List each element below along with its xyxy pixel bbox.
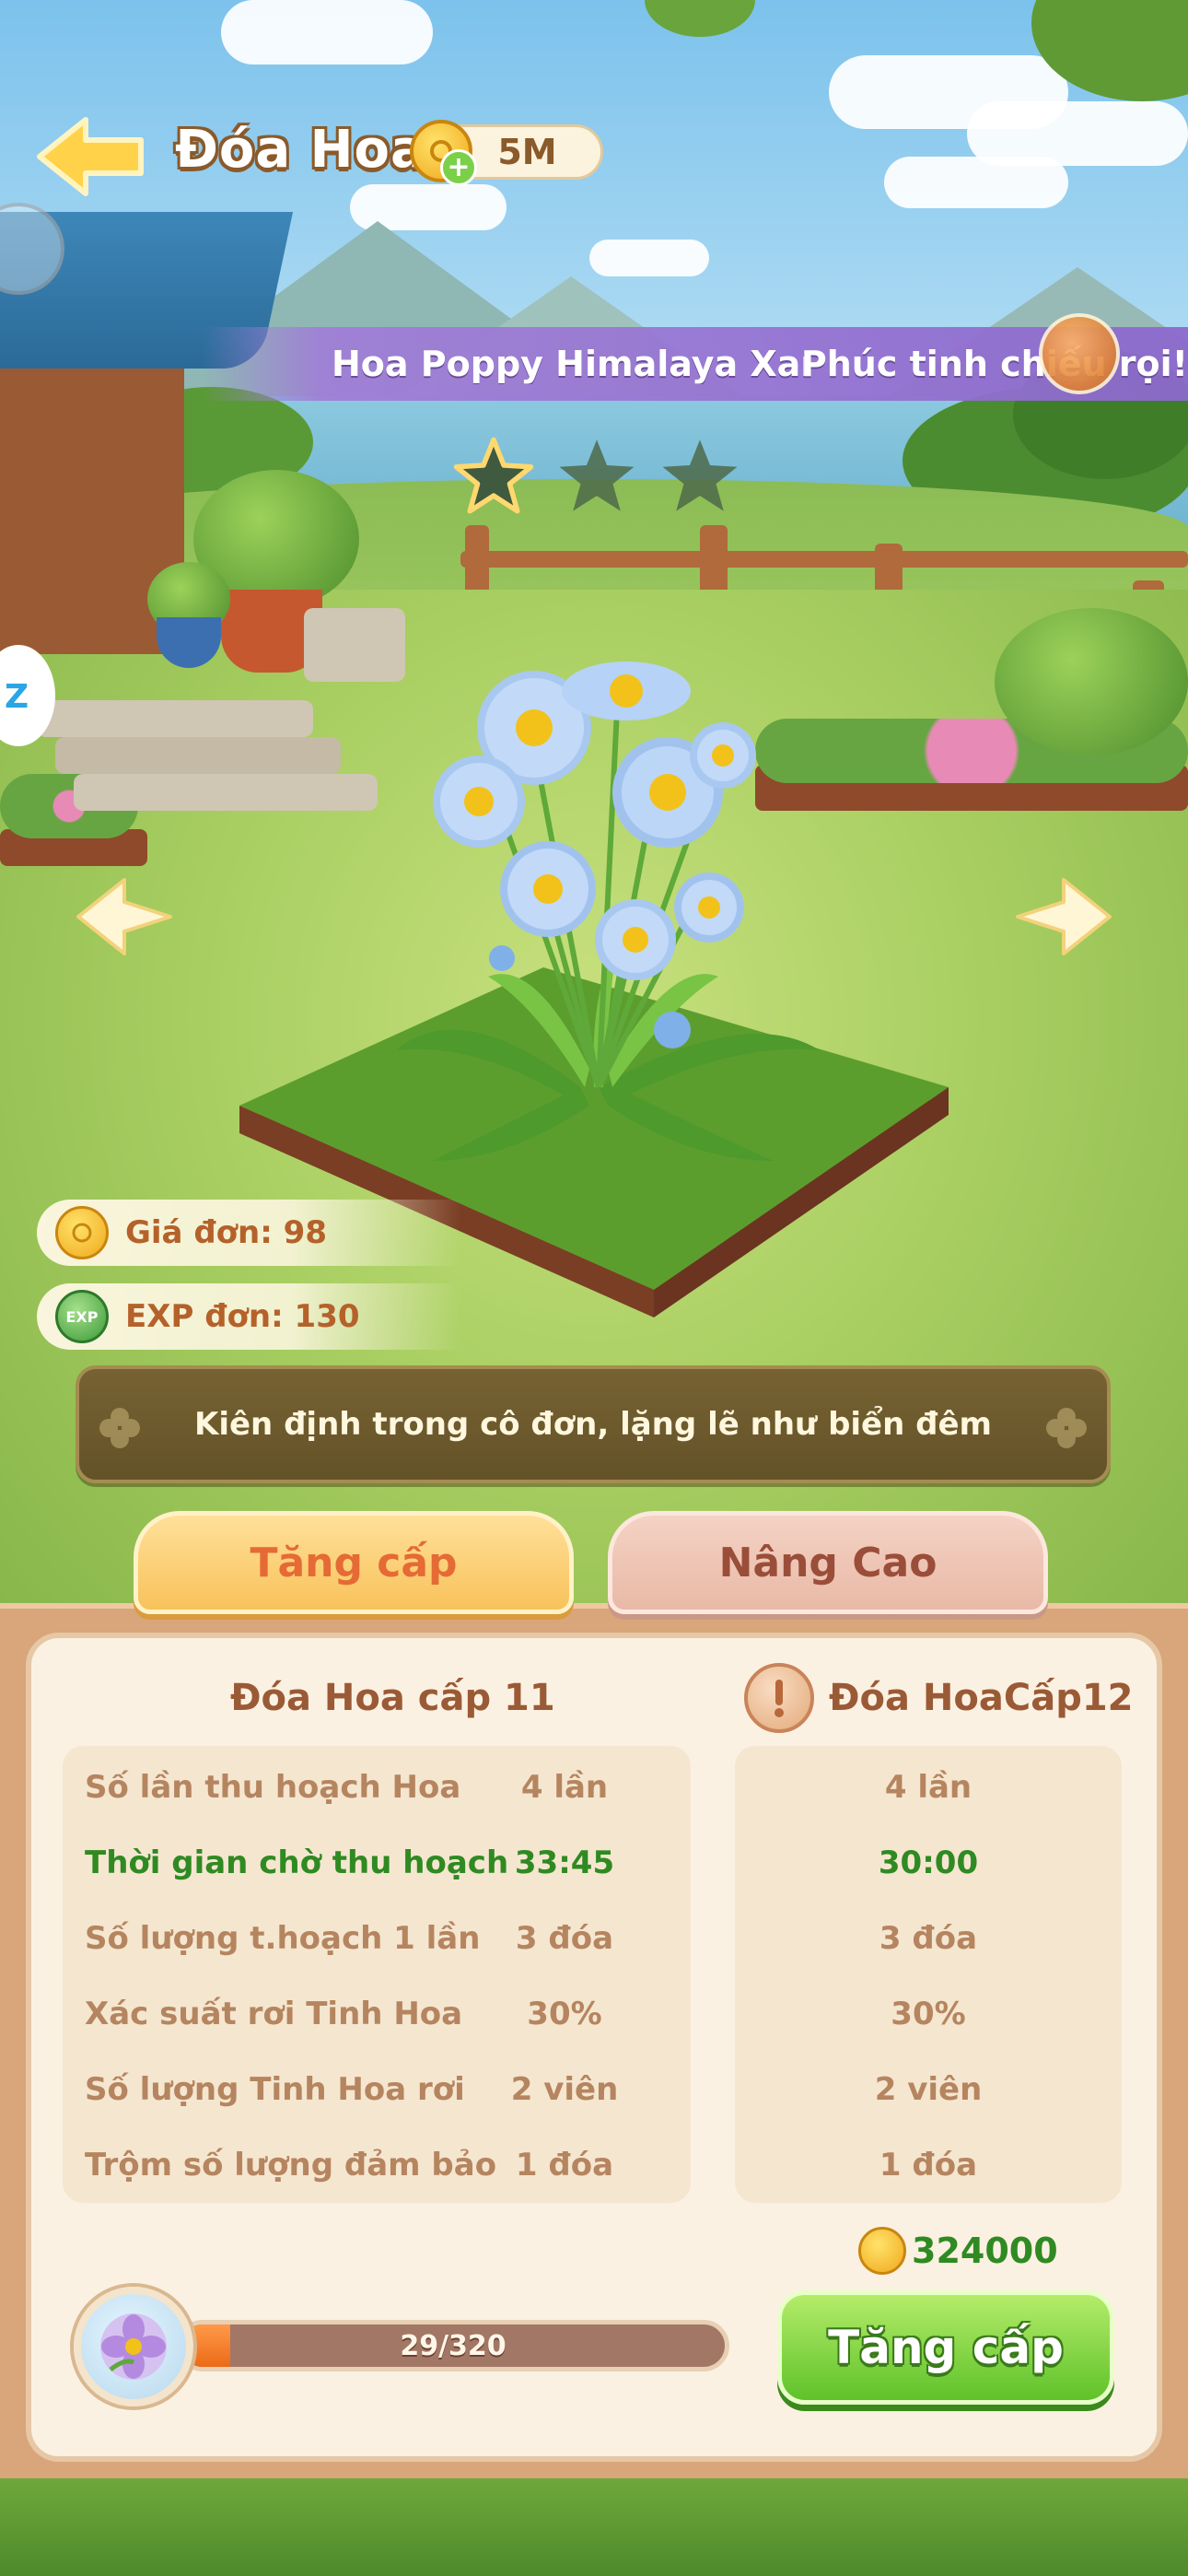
next-stats-table: 4 lần 30:00 3 đóa 30% 2 viên 1 đóa	[735, 1746, 1122, 2203]
stat-value: 3 đóa	[515, 1920, 614, 1957]
gold-coin-icon	[858, 2227, 906, 2275]
upgrade-cost-value: 324000	[912, 2231, 1058, 2271]
tab-upgrade[interactable]: Tăng cấp	[134, 1511, 574, 1614]
stat-label: Trộm số lượng đảm bảo	[85, 2147, 497, 2184]
stat-value: 2 viên	[874, 2071, 983, 2108]
table-row: Xác suất rơi Tinh Hoa 30%	[63, 1976, 691, 2052]
svg-text:Z: Z	[5, 678, 29, 716]
upgrade-cost: 324000	[858, 2220, 1058, 2281]
quote-text: Kiên định trong cô đơn, lặng lẽ như biển…	[193, 1406, 992, 1443]
plus-icon: +	[447, 151, 471, 183]
unit-price-text: Giá đơn: 98	[125, 1214, 327, 1251]
cloud	[221, 0, 433, 64]
table-row: 4 lần	[735, 1750, 1122, 1825]
progress-text: 29/320	[400, 2329, 507, 2362]
table-row: Trộm số lượng đảm bảo 1 đóa	[63, 2127, 691, 2203]
add-currency-button[interactable]: +	[440, 149, 477, 186]
star-icon	[658, 433, 742, 518]
current-level-title: Đóa Hoa cấp 11	[230, 1677, 555, 1719]
table-row: Số lượng Tinh Hoa rơi 2 viên	[63, 2052, 691, 2127]
fence	[460, 551, 1188, 568]
next-level-header: Đóa HoaCấp12	[744, 1663, 1134, 1733]
stat-value: 4 lần	[884, 1769, 973, 1806]
table-row: 3 đóa	[735, 1901, 1122, 1976]
table-row: 2 viên	[735, 2052, 1122, 2127]
stat-label: Xác suất rơi Tinh Hoa	[85, 1996, 463, 2032]
gold-coin-icon	[55, 1206, 109, 1259]
bottom-grass	[0, 2478, 1188, 2576]
clover-icon	[1046, 1408, 1087, 1448]
stat-value: 1 đóa	[515, 2147, 614, 2184]
tab-advanced[interactable]: Nâng Cao	[608, 1511, 1048, 1614]
page-title: Đóa Hoa	[175, 120, 426, 180]
stat-value: 33:45	[514, 1844, 615, 1881]
cloud	[884, 157, 1068, 208]
table-row: 1 đóa	[735, 2127, 1122, 2203]
stat-label: Số lượng Tinh Hoa rơi	[85, 2071, 465, 2108]
clover-icon	[99, 1408, 140, 1448]
stat-value: 30%	[527, 1996, 602, 2032]
stat-label: Số lần thu hoạch Hoa	[85, 1769, 461, 1806]
stat-value: 2 viên	[510, 2071, 619, 2108]
stat-value: 30%	[891, 1996, 966, 2032]
arrow-right-icon	[1016, 878, 1112, 955]
unit-exp-stat: EXP EXP đơn: 130	[37, 1283, 460, 1350]
exclamation-icon[interactable]	[744, 1663, 814, 1733]
table-row: 30:00	[735, 1825, 1122, 1901]
back-arrow-icon	[37, 117, 144, 196]
unit-exp-text: EXP đơn: 130	[125, 1298, 360, 1335]
unit-price-stat: Giá đơn: 98	[37, 1200, 460, 1266]
back-button[interactable]	[26, 111, 155, 203]
blessing-text: Phúc tinh chiếu rọi!	[800, 344, 1188, 384]
stat-value: 30:00	[878, 1844, 979, 1881]
previous-flower-button[interactable]	[64, 861, 184, 972]
star-icon	[554, 433, 639, 518]
upgrade-button[interactable]: Tăng cấp	[777, 2290, 1114, 2405]
event-orb-icon[interactable]	[1039, 313, 1120, 394]
stat-label: Số lượng t.hoạch 1 lần	[85, 1920, 481, 1957]
stat-label: Thời gian chờ thu hoạch	[85, 1844, 509, 1881]
flower-quote: Kiên định trong cô đơn, lặng lẽ như biển…	[76, 1365, 1111, 1483]
current-stats-table: Số lần thu hoạch Hoa 4 lần Thời gian chờ…	[63, 1746, 691, 2203]
bush	[995, 608, 1188, 755]
star-icon	[451, 433, 536, 518]
flower-seed-icon[interactable]	[74, 2287, 193, 2406]
star-rating	[451, 433, 746, 525]
exp-icon-label: EXP	[65, 1307, 99, 1326]
stat-value: 4 lần	[520, 1769, 609, 1806]
stat-value: 3 đóa	[879, 1920, 978, 1957]
flower-name: Hoa Poppy Himalaya Xanh	[332, 344, 810, 384]
arrow-left-icon	[76, 878, 172, 955]
table-row: 30%	[735, 1976, 1122, 2052]
exp-icon: EXP	[55, 1290, 109, 1343]
stat-value: 1 đóa	[879, 2147, 978, 2184]
next-flower-button[interactable]	[1004, 861, 1124, 972]
table-row: Thời gian chờ thu hoạch 33:45	[63, 1825, 691, 1901]
next-level-title: Đóa HoaCấp12	[829, 1677, 1134, 1719]
table-row: Số lượng t.hoạch 1 lần 3 đóa	[63, 1901, 691, 1976]
table-row: Số lần thu hoạch Hoa 4 lần	[63, 1750, 691, 1825]
